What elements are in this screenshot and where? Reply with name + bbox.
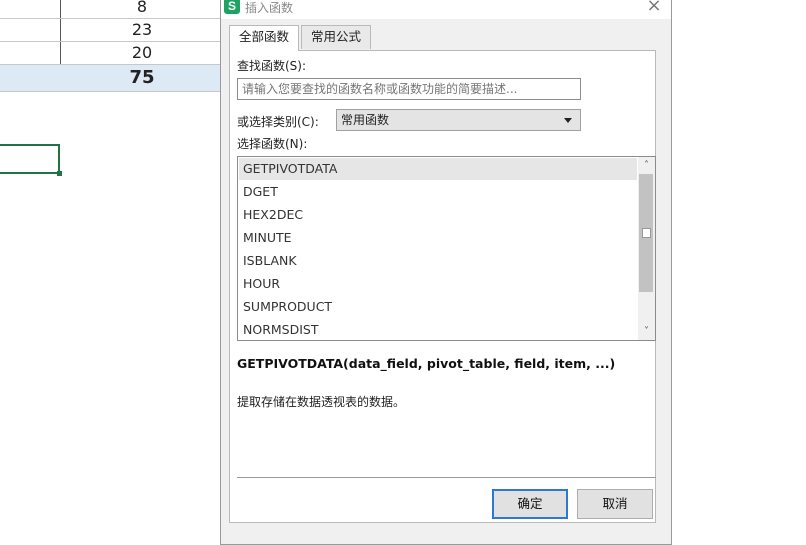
list-item-normsdist[interactable]: NORMSDIST bbox=[239, 319, 637, 340]
cell-value[interactable]: 8 bbox=[62, 0, 222, 18]
table-row[interactable]: 23 bbox=[0, 19, 222, 41]
list-item-minute[interactable]: MINUTE bbox=[239, 227, 637, 249]
tab-all-functions[interactable]: 全部函数 bbox=[229, 25, 300, 51]
cell-value[interactable]: 20 bbox=[62, 42, 222, 64]
wps-spreadsheet-icon: S bbox=[224, 0, 240, 14]
insert-function-dialog: S 插入函数 × 全部函数 常用公式 查找函数(S): 或选择类别(C): 常用… bbox=[220, 0, 672, 545]
search-label: 查找函数(S): bbox=[237, 59, 307, 73]
divider bbox=[237, 477, 656, 478]
list-item-isblank[interactable]: ISBLANK bbox=[239, 250, 637, 272]
scroll-up-icon[interactable]: ˄ bbox=[638, 157, 655, 174]
function-list-label: 选择函数(N): bbox=[237, 137, 308, 151]
function-description: 提取存储在数据透视表的数据。 bbox=[237, 395, 406, 409]
cancel-button[interactable]: 取消 bbox=[577, 489, 653, 519]
table-row[interactable]: 8 bbox=[0, 0, 222, 18]
ok-button[interactable]: 确定 bbox=[492, 489, 568, 519]
function-list-scrollbar[interactable]: ˄ ˅ bbox=[638, 157, 655, 340]
dialog-title: 插入函数 bbox=[245, 1, 294, 15]
active-cell-selection[interactable] bbox=[0, 144, 62, 176]
scrollbar-thumb[interactable] bbox=[639, 174, 653, 292]
list-item-hex2dec[interactable]: HEX2DEC bbox=[239, 204, 637, 226]
category-selected-value: 常用函数 bbox=[341, 113, 390, 127]
dropdown-arrow-icon bbox=[564, 118, 572, 123]
list-item-getpivotdata[interactable]: GETPIVOTDATA bbox=[239, 158, 637, 180]
tab-common-formulas[interactable]: 常用公式 bbox=[301, 25, 372, 49]
total-value[interactable]: 75 bbox=[62, 65, 222, 91]
list-item-hour[interactable]: HOUR bbox=[239, 273, 637, 295]
function-search-input[interactable] bbox=[237, 78, 581, 100]
total-row[interactable]: 75 bbox=[0, 65, 222, 91]
function-signature: GETPIVOTDATA(data_field, pivot_table, fi… bbox=[237, 356, 616, 371]
function-list[interactable]: GETPIVOTDATA DGET HEX2DEC MINUTE ISBLANK… bbox=[237, 156, 656, 341]
scroll-down-icon[interactable]: ˅ bbox=[638, 323, 655, 340]
category-dropdown[interactable]: 常用函数 bbox=[336, 109, 581, 131]
table-row[interactable]: 20 bbox=[0, 42, 222, 64]
row-divider bbox=[0, 91, 222, 92]
close-icon[interactable]: × bbox=[643, 0, 665, 17]
category-label: 或选择类别(C): bbox=[237, 115, 319, 129]
list-item-sumproduct[interactable]: SUMPRODUCT bbox=[239, 296, 637, 318]
tab-panel-all-functions: 查找函数(S): 或选择类别(C): 常用函数 选择函数(N): GETPIVO… bbox=[229, 50, 656, 523]
cell-value[interactable]: 23 bbox=[62, 19, 222, 41]
fill-handle[interactable] bbox=[57, 171, 62, 176]
scrollbar-grip bbox=[642, 228, 651, 238]
dialog-titlebar[interactable]: S 插入函数 × bbox=[221, 0, 671, 19]
list-item-dget[interactable]: DGET bbox=[239, 181, 637, 203]
